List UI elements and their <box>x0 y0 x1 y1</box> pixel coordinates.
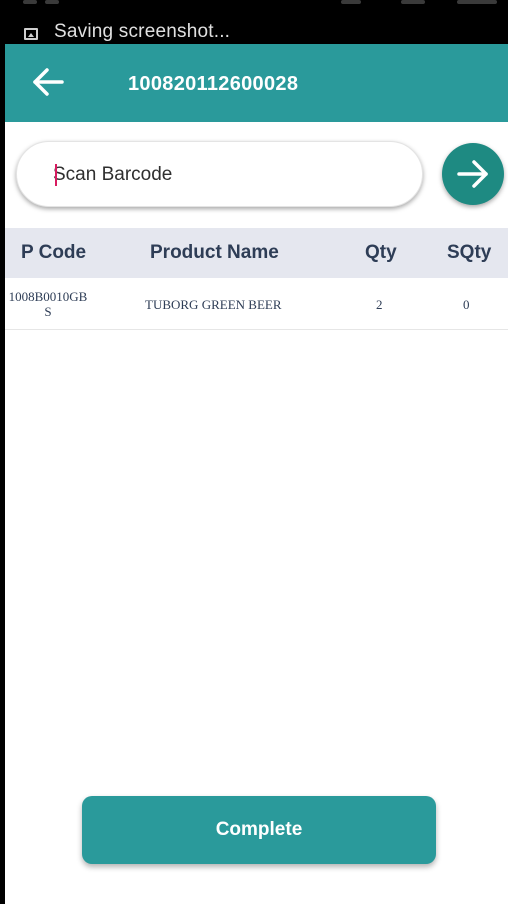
cell-p-code-line2: S <box>44 304 52 319</box>
left-edge <box>0 0 5 904</box>
column-header-qty: Qty <box>365 242 397 263</box>
barcode-search-input[interactable] <box>53 156 403 194</box>
status-indicator <box>457 0 497 4</box>
cell-sqty: 0 <box>463 297 470 312</box>
image-icon <box>24 28 38 40</box>
cell-qty: 2 <box>376 297 383 312</box>
text-cursor <box>55 164 57 186</box>
arrow-left-icon <box>33 68 64 96</box>
table-row[interactable]: 1008B0010GB S TUBORG GREEN BEER 2 0 <box>5 278 508 330</box>
column-header-product-name: Product Name <box>150 242 279 263</box>
column-header-p-code: P Code <box>21 242 87 263</box>
complete-button[interactable]: Complete <box>82 796 436 864</box>
scan-submit-button[interactable] <box>442 143 504 205</box>
arrow-right-icon <box>457 160 488 188</box>
complete-button-label: Complete <box>215 819 303 840</box>
cell-product-name: TUBORG GREEN BEER <box>145 297 282 312</box>
status-indicator <box>45 0 59 4</box>
search-container <box>16 141 423 207</box>
screen: Saving screenshot... 100820112600028 P C… <box>0 0 508 904</box>
back-button[interactable] <box>29 64 67 100</box>
column-header-sqty: SQty <box>447 242 492 263</box>
status-bar: Saving screenshot... <box>5 0 508 44</box>
status-indicator <box>401 0 425 4</box>
status-indicator <box>341 0 361 4</box>
status-indicator <box>23 0 37 4</box>
table-header: P Code Product Name Qty SQty <box>5 228 508 278</box>
app-bar: 100820112600028 <box>5 44 508 122</box>
notification-text: Saving screenshot... <box>54 21 231 42</box>
cell-p-code: 1008B0010GB S <box>5 289 91 319</box>
cell-p-code-line1: 1008B0010GB <box>8 289 88 304</box>
page-title: 100820112600028 <box>128 73 299 95</box>
